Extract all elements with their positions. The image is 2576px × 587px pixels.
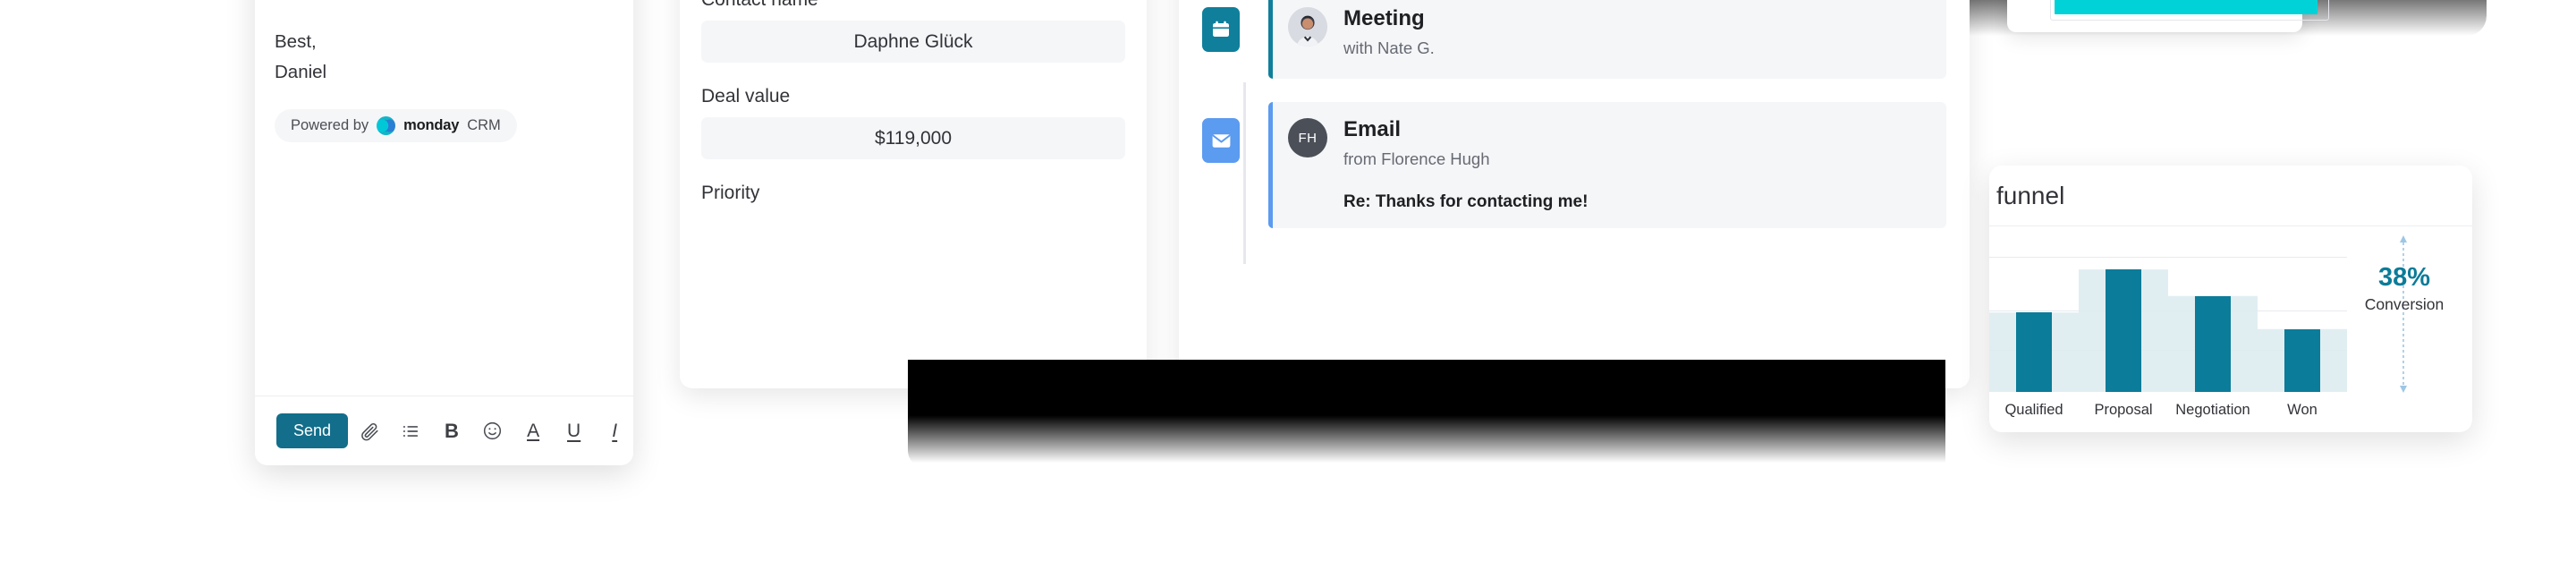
italic-icon[interactable]: I: [596, 412, 633, 451]
bulleted-list-icon[interactable]: [393, 412, 430, 451]
email-message-text: Hi {first_name},My name is {My.first_nam…: [275, 0, 614, 88]
screenshot-stage: Hi {first_name},My name is {My.first_nam…: [0, 0, 2576, 587]
activity-text: Meeting with Nate G.: [1343, 6, 1435, 58]
background-dark-band: [908, 360, 1945, 467]
chart-bar-label: Won: [2287, 402, 2318, 418]
chart-bar[interactable]: [2195, 295, 2231, 392]
email-blank-line: [275, 0, 614, 27]
email-text-run: Daniel: [275, 62, 327, 82]
activity-type: Meeting: [1343, 6, 1425, 30]
deal-info-card: Deal info ••• Contact nameDaphne GlückDe…: [680, 0, 1147, 388]
text-color-icon[interactable]: A: [514, 412, 552, 451]
activity-text: Email from Florence Hugh Re: Thanks for co…: [1343, 117, 1589, 212]
progress-bar-fill: [2055, 0, 2318, 14]
deal-field-label: Priority: [701, 183, 760, 203]
conversion-arrow-icon: [2400, 235, 2407, 393]
monday-wordmark: monday: [403, 117, 460, 133]
activity-type: Email: [1343, 117, 1402, 141]
sales-funnel-card: funnel Qualified Proposal Negotiation Won 3…: [1989, 166, 2472, 432]
avatar: FH: [1288, 118, 1327, 157]
email-line: Best,: [275, 27, 614, 57]
underline-icon[interactable]: U: [555, 412, 593, 451]
activity-timeline: Meeting with Nate G. FH Email from Florence …: [1179, 0, 1970, 265]
funnel-chart: Qualified Proposal Negotiation Won 38% Conv…: [1989, 226, 2472, 432]
activity-card[interactable]: Meeting with Nate G.: [1268, 0, 1946, 79]
email-body[interactable]: Hi {first_name},My name is {My.first_nam…: [255, 0, 633, 396]
chart-bar[interactable]: [2016, 312, 2052, 392]
avatar: [1288, 7, 1327, 47]
email-composer-card: Hi {first_name},My name is {My.first_nam…: [255, 0, 633, 465]
emoji-icon[interactable]: [474, 412, 512, 451]
attachment-icon[interactable]: [352, 412, 389, 451]
emails-activities-card: Emails & activities ••• Meetingwith Nate…: [1179, 0, 1970, 388]
conversion-stat: 38% Conversion: [2351, 263, 2458, 314]
activity-subtitle: with Nate G.: [1343, 38, 1435, 58]
deal-field: Priority: [680, 183, 1147, 204]
powered-by-prefix: Powered by: [291, 117, 369, 133]
envelope-icon: [1202, 118, 1240, 163]
activity-subtitle: from Florence Hugh: [1343, 149, 1490, 169]
chart-bar[interactable]: [2284, 328, 2320, 392]
conversion-value: 38%: [2377, 263, 2431, 292]
funnel-plot-area: Qualified Proposal Negotiation Won: [1989, 226, 2347, 418]
activity-subject: Re: Thanks for contacting me!: [1343, 192, 1589, 212]
powered-by-badge: Powered by monday CRM: [275, 109, 517, 142]
composer-toolbar: Send B A U I: [255, 396, 633, 465]
chart-bar[interactable]: [2106, 269, 2141, 392]
activity-row[interactable]: FH Email from Florence Hugh Re: Thanks for …: [1202, 102, 1946, 229]
deal-info-fields: Contact name Daphne Glück Deal value $119,0…: [680, 0, 1147, 204]
funnel-title: funnel: [1996, 181, 2065, 209]
send-button[interactable]: Send: [276, 413, 349, 449]
deal-field-label: Contact name: [701, 0, 1125, 11]
funnel-header: funnel: [1989, 166, 2472, 226]
calendar-icon: [1202, 7, 1240, 52]
email-line: Daniel: [275, 57, 614, 88]
bold-icon[interactable]: B: [433, 412, 470, 451]
activity-row[interactable]: Meeting with Nate G.: [1202, 0, 1946, 79]
monday-logo-icon: [377, 116, 396, 135]
conversion-label: Conversion: [2364, 294, 2445, 313]
deal-field-label: Deal value: [701, 86, 791, 106]
deal-field: Deal value $119,000: [680, 86, 1147, 159]
deal-field-value[interactable]: Daphne Glück: [701, 21, 1125, 63]
deal-field-value[interactable]: $119,000: [701, 117, 1125, 159]
email-text-run: Best,: [275, 31, 317, 52]
background-device-screen: [2007, 0, 2329, 32]
activity-card[interactable]: FH Email from Florence Hugh Re: Thanks for …: [1268, 102, 1946, 229]
deal-field: Contact name Daphne Glück: [680, 0, 1147, 63]
crm-label: CRM: [467, 117, 501, 133]
